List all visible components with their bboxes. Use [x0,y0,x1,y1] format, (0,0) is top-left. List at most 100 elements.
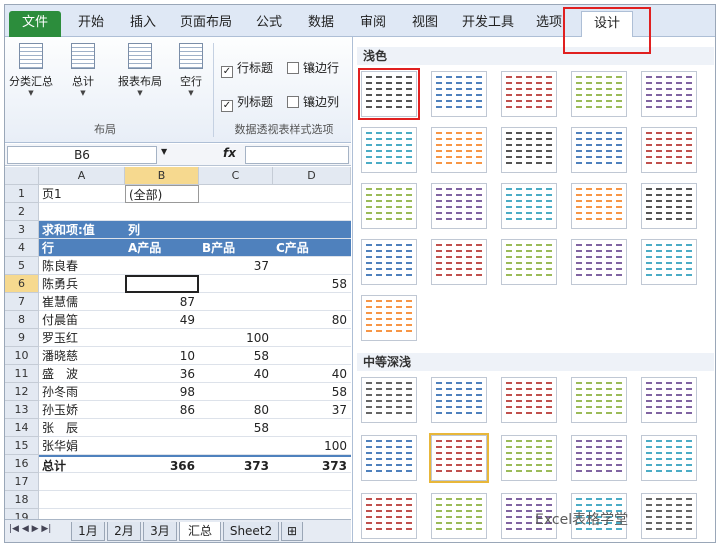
light-style-swatch[interactable] [501,183,557,229]
light-style-swatch[interactable] [571,239,627,285]
row-header[interactable]: 6 [5,275,39,293]
cell-c17[interactable] [199,473,273,491]
cell-a4[interactable]: 行 [39,239,125,257]
light-style-swatch[interactable] [641,183,697,229]
cell-b6[interactable] [125,275,199,293]
row-header[interactable]: 18 [5,491,39,509]
cell-d1[interactable] [273,185,351,203]
column-header-d[interactable]: D [273,167,351,185]
light-style-swatch[interactable] [431,71,487,117]
light-style-swatch[interactable] [641,71,697,117]
cell-b4[interactable]: A产品 [125,239,199,257]
medium-style-swatch[interactable] [429,433,489,483]
cell-b15[interactable] [125,437,199,455]
row-header[interactable]: 15 [5,437,39,455]
column-header-a[interactable]: A [39,167,125,185]
banded-rows-checkbox[interactable]: 镶边行 [287,59,339,76]
cell-d15[interactable]: 100 [273,437,351,455]
grand-totals-button[interactable]: 总计 ▼ [61,43,105,113]
blank-rows-button[interactable]: 空行 ▼ [169,43,213,113]
cell-b17[interactable] [125,473,199,491]
row-header[interactable]: 2 [5,203,39,221]
medium-style-swatch[interactable] [431,493,487,539]
cell-b19[interactable] [125,509,199,519]
cell-b14[interactable] [125,419,199,437]
cell-a10[interactable]: 潘晓慈 [39,347,125,365]
light-style-swatch[interactable] [641,127,697,173]
row-header[interactable]: 13 [5,401,39,419]
medium-style-swatch[interactable] [361,493,417,539]
cell-a11[interactable]: 盛 波 [39,365,125,383]
cell-d7[interactable] [273,293,351,311]
row-header[interactable]: 19 [5,509,39,519]
cell-b2[interactable] [125,203,199,221]
cell-c9[interactable]: 100 [199,329,273,347]
row-header[interactable]: 12 [5,383,39,401]
light-style-swatch[interactable] [431,127,487,173]
cell-d2[interactable] [273,203,351,221]
cell-c18[interactable] [199,491,273,509]
cell-c1[interactable] [199,185,273,203]
cell-c3[interactable] [199,221,273,239]
select-all-corner[interactable] [5,167,39,185]
cell-b7[interactable]: 87 [125,293,199,311]
banded-columns-checkbox[interactable]: 镶边列 [287,93,339,110]
medium-style-swatch[interactable] [361,377,417,423]
tab-page-layout[interactable]: 页面布局 [175,11,237,37]
cell-b3[interactable]: 列 [125,221,199,239]
cell-b5[interactable] [125,257,199,275]
cell-c4[interactable]: B产品 [199,239,273,257]
row-header[interactable]: 16 [5,455,39,473]
cell-a19[interactable] [39,509,125,519]
tab-data[interactable]: 数据 [301,11,341,37]
tab-developer[interactable]: 开发工具 [457,11,519,37]
chevron-down-icon[interactable]: ▼ [161,147,167,156]
cell-c14[interactable]: 58 [199,419,273,437]
insert-sheet-icon[interactable]: ⊞ [281,522,303,541]
cell-c12[interactable] [199,383,273,401]
light-style-swatch[interactable] [361,127,417,173]
cell-a3[interactable]: 求和项:值 [39,221,125,239]
row-header[interactable]: 17 [5,473,39,491]
cell-a12[interactable]: 孙冬雨 [39,383,125,401]
subtotals-button[interactable]: 分类汇总 ▼ [9,43,53,113]
tab-review[interactable]: 审阅 [353,11,393,37]
cell-a18[interactable] [39,491,125,509]
cell-d14[interactable] [273,419,351,437]
cell-a8[interactable]: 付晨笛 [39,311,125,329]
light-style-swatch[interactable] [431,239,487,285]
cell-d4[interactable]: C产品 [273,239,351,257]
cell-b13[interactable]: 86 [125,401,199,419]
row-header[interactable]: 4 [5,239,39,257]
cell-d18[interactable] [273,491,351,509]
light-style-swatch[interactable] [571,71,627,117]
formula-input[interactable] [245,146,349,164]
column-header-b[interactable]: B [125,167,199,185]
cell-b8[interactable]: 49 [125,311,199,329]
cell-c2[interactable] [199,203,273,221]
cell-b1[interactable]: (全部) [125,185,199,203]
row-header[interactable]: 3 [5,221,39,239]
sheet-tab-feb[interactable]: 2月 [107,522,141,541]
sheet-tab-jan[interactable]: 1月 [71,522,105,541]
cell-c5[interactable]: 37 [199,257,273,275]
light-style-swatch[interactable] [641,239,697,285]
medium-style-swatch[interactable] [501,435,557,481]
cell-a14[interactable]: 张 辰 [39,419,125,437]
tab-formulas[interactable]: 公式 [249,11,289,37]
sheet-tab-sheet2[interactable]: Sheet2 [223,522,279,541]
cell-d3[interactable] [273,221,351,239]
cell-a13[interactable]: 孙玉娇 [39,401,125,419]
sheet-tab-mar[interactable]: 3月 [143,522,177,541]
name-box[interactable]: B6 [7,146,157,164]
light-style-swatch[interactable] [431,183,487,229]
light-style-swatch[interactable] [358,68,420,120]
light-style-swatch[interactable] [361,183,417,229]
report-layout-button[interactable]: 报表布局 ▼ [113,43,167,113]
cell-d8[interactable]: 80 [273,311,351,329]
cell-d9[interactable] [273,329,351,347]
light-style-swatch[interactable] [501,239,557,285]
medium-style-swatch[interactable] [641,435,697,481]
cell-d10[interactable] [273,347,351,365]
row-header[interactable]: 1 [5,185,39,203]
